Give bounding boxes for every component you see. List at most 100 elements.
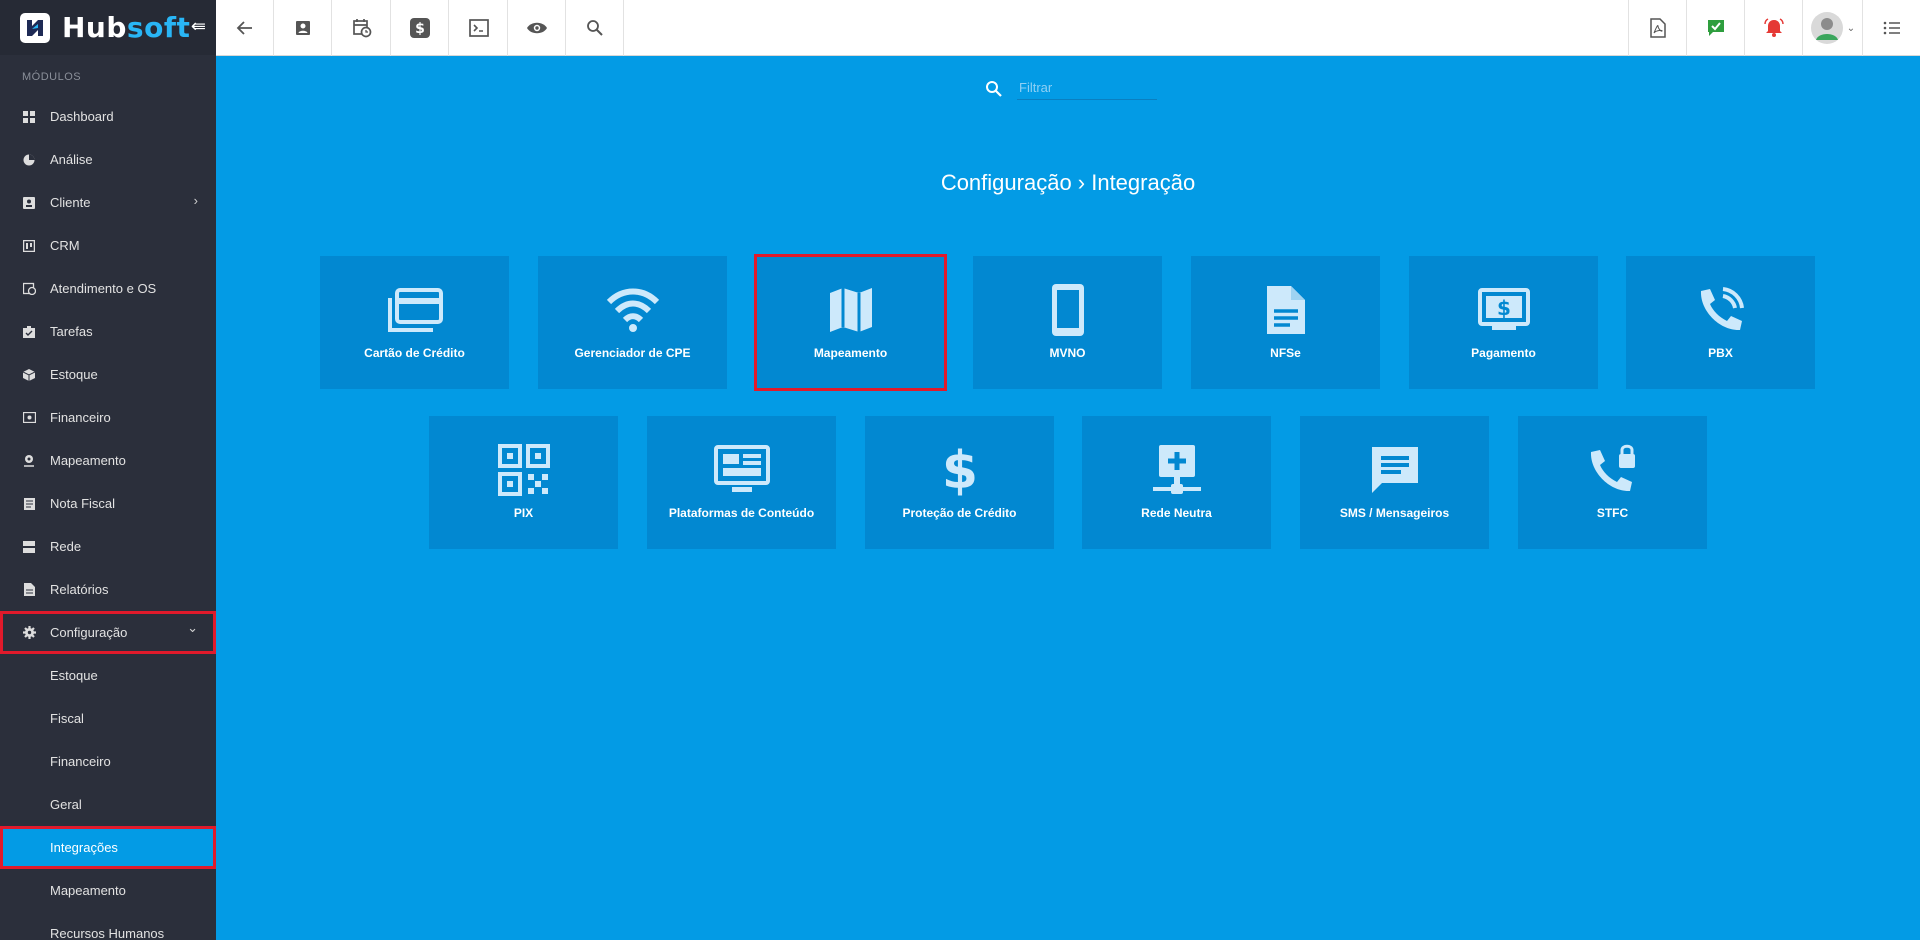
sidebar-item-estoque[interactable]: Estoque <box>0 353 216 396</box>
card-label: Gerenciador de CPE <box>574 346 691 360</box>
payment-icon: $ <box>1476 282 1532 338</box>
contact-card-icon <box>22 196 36 210</box>
sidebar-item-label: Cliente <box>50 195 91 210</box>
card-label: SMS / Mensageiros <box>1339 506 1450 520</box>
card-sms-mensageiros[interactable]: SMS / Mensageiros <box>1300 416 1489 549</box>
card-mapeamento[interactable]: Mapeamento <box>754 254 947 391</box>
sidebar-subitem-integracoes[interactable]: Integrações <box>0 826 216 869</box>
sidebar-item-label: Tarefas <box>50 324 93 339</box>
menu-list-button[interactable] <box>1862 0 1920 56</box>
sidebar-item-crm[interactable]: CRM <box>0 224 216 267</box>
sidebar-subitem-estoque[interactable]: Estoque <box>0 654 216 697</box>
dollar-icon: $ <box>932 442 988 498</box>
message-icon <box>1367 442 1423 498</box>
card-mvno[interactable]: MVNO <box>973 256 1162 389</box>
card-gerenciador-de-cpe[interactable]: Gerenciador de CPE <box>538 256 727 389</box>
card-stfc[interactable]: STFC <box>1518 416 1707 549</box>
report-icon <box>22 583 36 597</box>
list-icon <box>1883 21 1900 35</box>
pdf-button[interactable] <box>1628 0 1686 56</box>
brand: Hubsoft ⇚ <box>0 0 216 55</box>
document-icon <box>1258 282 1314 338</box>
sidebar-item-label: Nota Fiscal <box>50 496 116 511</box>
billing-button[interactable]: $ <box>391 0 449 56</box>
sidebar-item-label: Configuração <box>50 625 128 640</box>
card-rede-neutra[interactable]: Rede Neutra <box>1082 416 1271 549</box>
notifications-button[interactable] <box>1744 0 1802 56</box>
contacts-button[interactable] <box>274 0 332 56</box>
phone-call-icon <box>1693 282 1749 338</box>
svg-text:$: $ <box>1497 296 1511 320</box>
card-pix[interactable]: PIX <box>429 416 618 549</box>
page-title: Configuração › Integração <box>940 170 1196 195</box>
chevron-down-icon: ⌄ <box>187 620 198 635</box>
logo-text: Hubsoft <box>62 11 191 44</box>
check-message-icon <box>1707 20 1724 36</box>
card-label: Mapeamento <box>813 346 888 360</box>
schedule-button[interactable] <box>333 0 391 56</box>
sidebar-item-rede[interactable]: Rede <box>0 525 216 568</box>
back-button[interactable] <box>216 0 274 56</box>
smartphone-icon <box>1040 282 1096 338</box>
card-nfse[interactable]: NFSe <box>1191 256 1380 389</box>
sidebar-item-atendimento[interactable]: Atendimento e OS <box>0 267 216 310</box>
sidebar-subitem-fiscal[interactable]: Fiscal <box>0 697 216 740</box>
card-plataformas-de-conteudo[interactable]: Plataformas de Conteúdo <box>647 416 836 549</box>
network-icon <box>1149 442 1205 498</box>
map-icon <box>823 282 879 338</box>
map-pin-icon <box>22 454 36 468</box>
wifi-icon <box>605 282 661 338</box>
qr-code-icon <box>496 442 552 498</box>
avatar <box>1810 12 1843 44</box>
filter-input[interactable] <box>1017 78 1157 100</box>
pdf-icon <box>1649 18 1666 38</box>
tasks-done-button[interactable] <box>1686 0 1744 56</box>
card-pagamento[interactable]: $ Pagamento <box>1409 256 1598 389</box>
card-label: MVNO <box>1049 346 1086 360</box>
sidebar-item-financeiro[interactable]: Financeiro <box>0 396 216 439</box>
sidebar-item-label: Mapeamento <box>50 453 126 468</box>
card-cartao-de-credito[interactable]: Cartão de Crédito <box>320 256 509 389</box>
sidebar-subitem-recursos-humanos[interactable]: Recursos Humanos <box>0 912 216 940</box>
sidebar-item-dashboard[interactable]: Dashboard <box>0 95 216 138</box>
user-menu[interactable]: ⌄ <box>1802 0 1862 56</box>
card-label: STFC <box>1596 506 1629 520</box>
sidebar-item-relatorios[interactable]: Relatórios <box>0 568 216 611</box>
sidebar-item-label: Financeiro <box>50 410 111 425</box>
card-pbx[interactable]: PBX <box>1626 256 1815 389</box>
collapse-sidebar-icon[interactable]: ⇚ <box>191 16 206 37</box>
card-label: Cartão de Crédito <box>364 346 465 360</box>
terminal-button[interactable] <box>450 0 508 56</box>
view-button[interactable] <box>508 0 566 56</box>
sidebar: Hubsoft ⇚ MÓDULOS Dashboard Análise Clie… <box>0 0 216 940</box>
sidebar-item-label: Estoque <box>50 367 98 382</box>
sidebar-item-mapeamento[interactable]: Mapeamento <box>0 439 216 482</box>
card-label: Rede Neutra <box>1141 506 1212 520</box>
sidebar-subitem-financeiro[interactable]: Financeiro <box>0 740 216 783</box>
search-icon <box>986 81 1002 97</box>
credit-card-icon <box>387 282 443 338</box>
dashboard-icon <box>22 110 36 124</box>
sidebar-subitem-mapeamento[interactable]: Mapeamento <box>0 869 216 912</box>
card-label: Plataformas de Conteúdo <box>668 506 815 520</box>
sidebar-subitem-geral[interactable]: Geral <box>0 783 216 826</box>
svg-text:$: $ <box>941 442 977 498</box>
card-label: PBX <box>1708 346 1733 360</box>
card-protecao-de-credito[interactable]: $ Proteção de Crédito <box>865 416 1054 549</box>
filter-bar <box>985 78 1157 100</box>
contact-card-icon <box>295 21 310 35</box>
terminal-icon <box>468 19 489 37</box>
sidebar-item-label: Atendimento e OS <box>50 281 157 296</box>
svg-text:$: $ <box>415 21 425 37</box>
chevron-down-icon: ⌄ <box>1846 22 1856 34</box>
sidebar-item-nota-fiscal[interactable]: Nota Fiscal <box>0 482 216 525</box>
alarm-bell-icon <box>1763 18 1784 37</box>
logo-icon[interactable] <box>20 12 50 43</box>
search-icon <box>586 20 603 36</box>
calendar-clock-icon <box>22 282 36 296</box>
search-button[interactable] <box>566 0 624 56</box>
crm-icon <box>22 239 36 253</box>
sidebar-item-configuracao[interactable]: Configuração ⌄ <box>0 611 216 654</box>
receipt-icon <box>22 497 36 511</box>
sidebar-item-tarefas[interactable]: Tarefas <box>0 310 216 353</box>
